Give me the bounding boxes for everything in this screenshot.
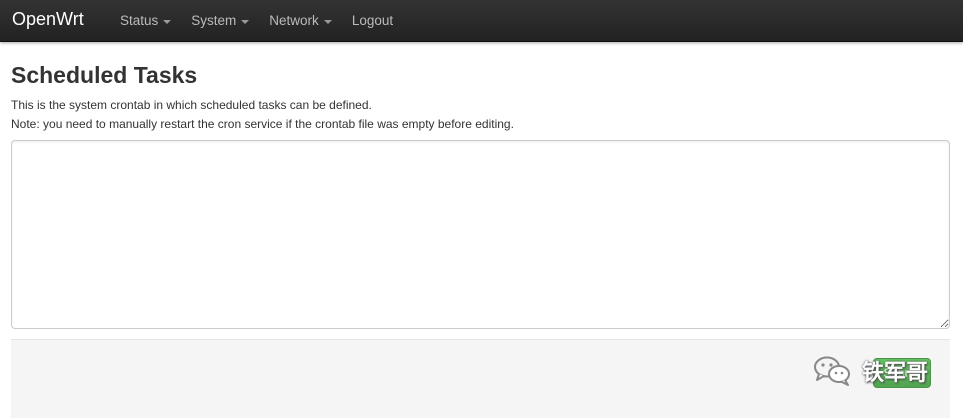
menu-logout[interactable]: Logout: [342, 0, 403, 41]
caret-down-icon: [241, 19, 250, 24]
menu-logout-label: Logout: [351, 13, 394, 28]
brand-link[interactable]: OpenWrt: [12, 9, 84, 30]
caret-down-icon: [163, 19, 172, 24]
top-navbar: OpenWrt Status System Network Logout: [0, 0, 963, 42]
menu-network-label: Network: [269, 13, 319, 28]
description-line: This is the system crontab in which sche…: [11, 98, 372, 112]
description-note: Note: you need to manually restart the c…: [11, 117, 514, 131]
page-title: Scheduled Tasks: [11, 62, 198, 88]
submit-button[interactable]: Submit: [873, 358, 931, 388]
form-actions: Submit: [11, 339, 950, 418]
menu-system-label: System: [191, 13, 237, 28]
crontab-textarea[interactable]: [11, 140, 950, 329]
menu-network[interactable]: Network: [259, 0, 342, 41]
main-menu: Status System Network Logout: [110, 0, 403, 41]
luci-page: OpenWrt Status System Network Logout Sch…: [0, 0, 963, 418]
menu-status[interactable]: Status: [110, 0, 181, 41]
submit-label: Submit: [883, 366, 921, 380]
menu-system[interactable]: System: [181, 0, 259, 41]
menu-status-label: Status: [120, 13, 159, 28]
page-description: This is the system crontab in which sche…: [11, 96, 514, 134]
caret-down-icon: [323, 19, 332, 24]
